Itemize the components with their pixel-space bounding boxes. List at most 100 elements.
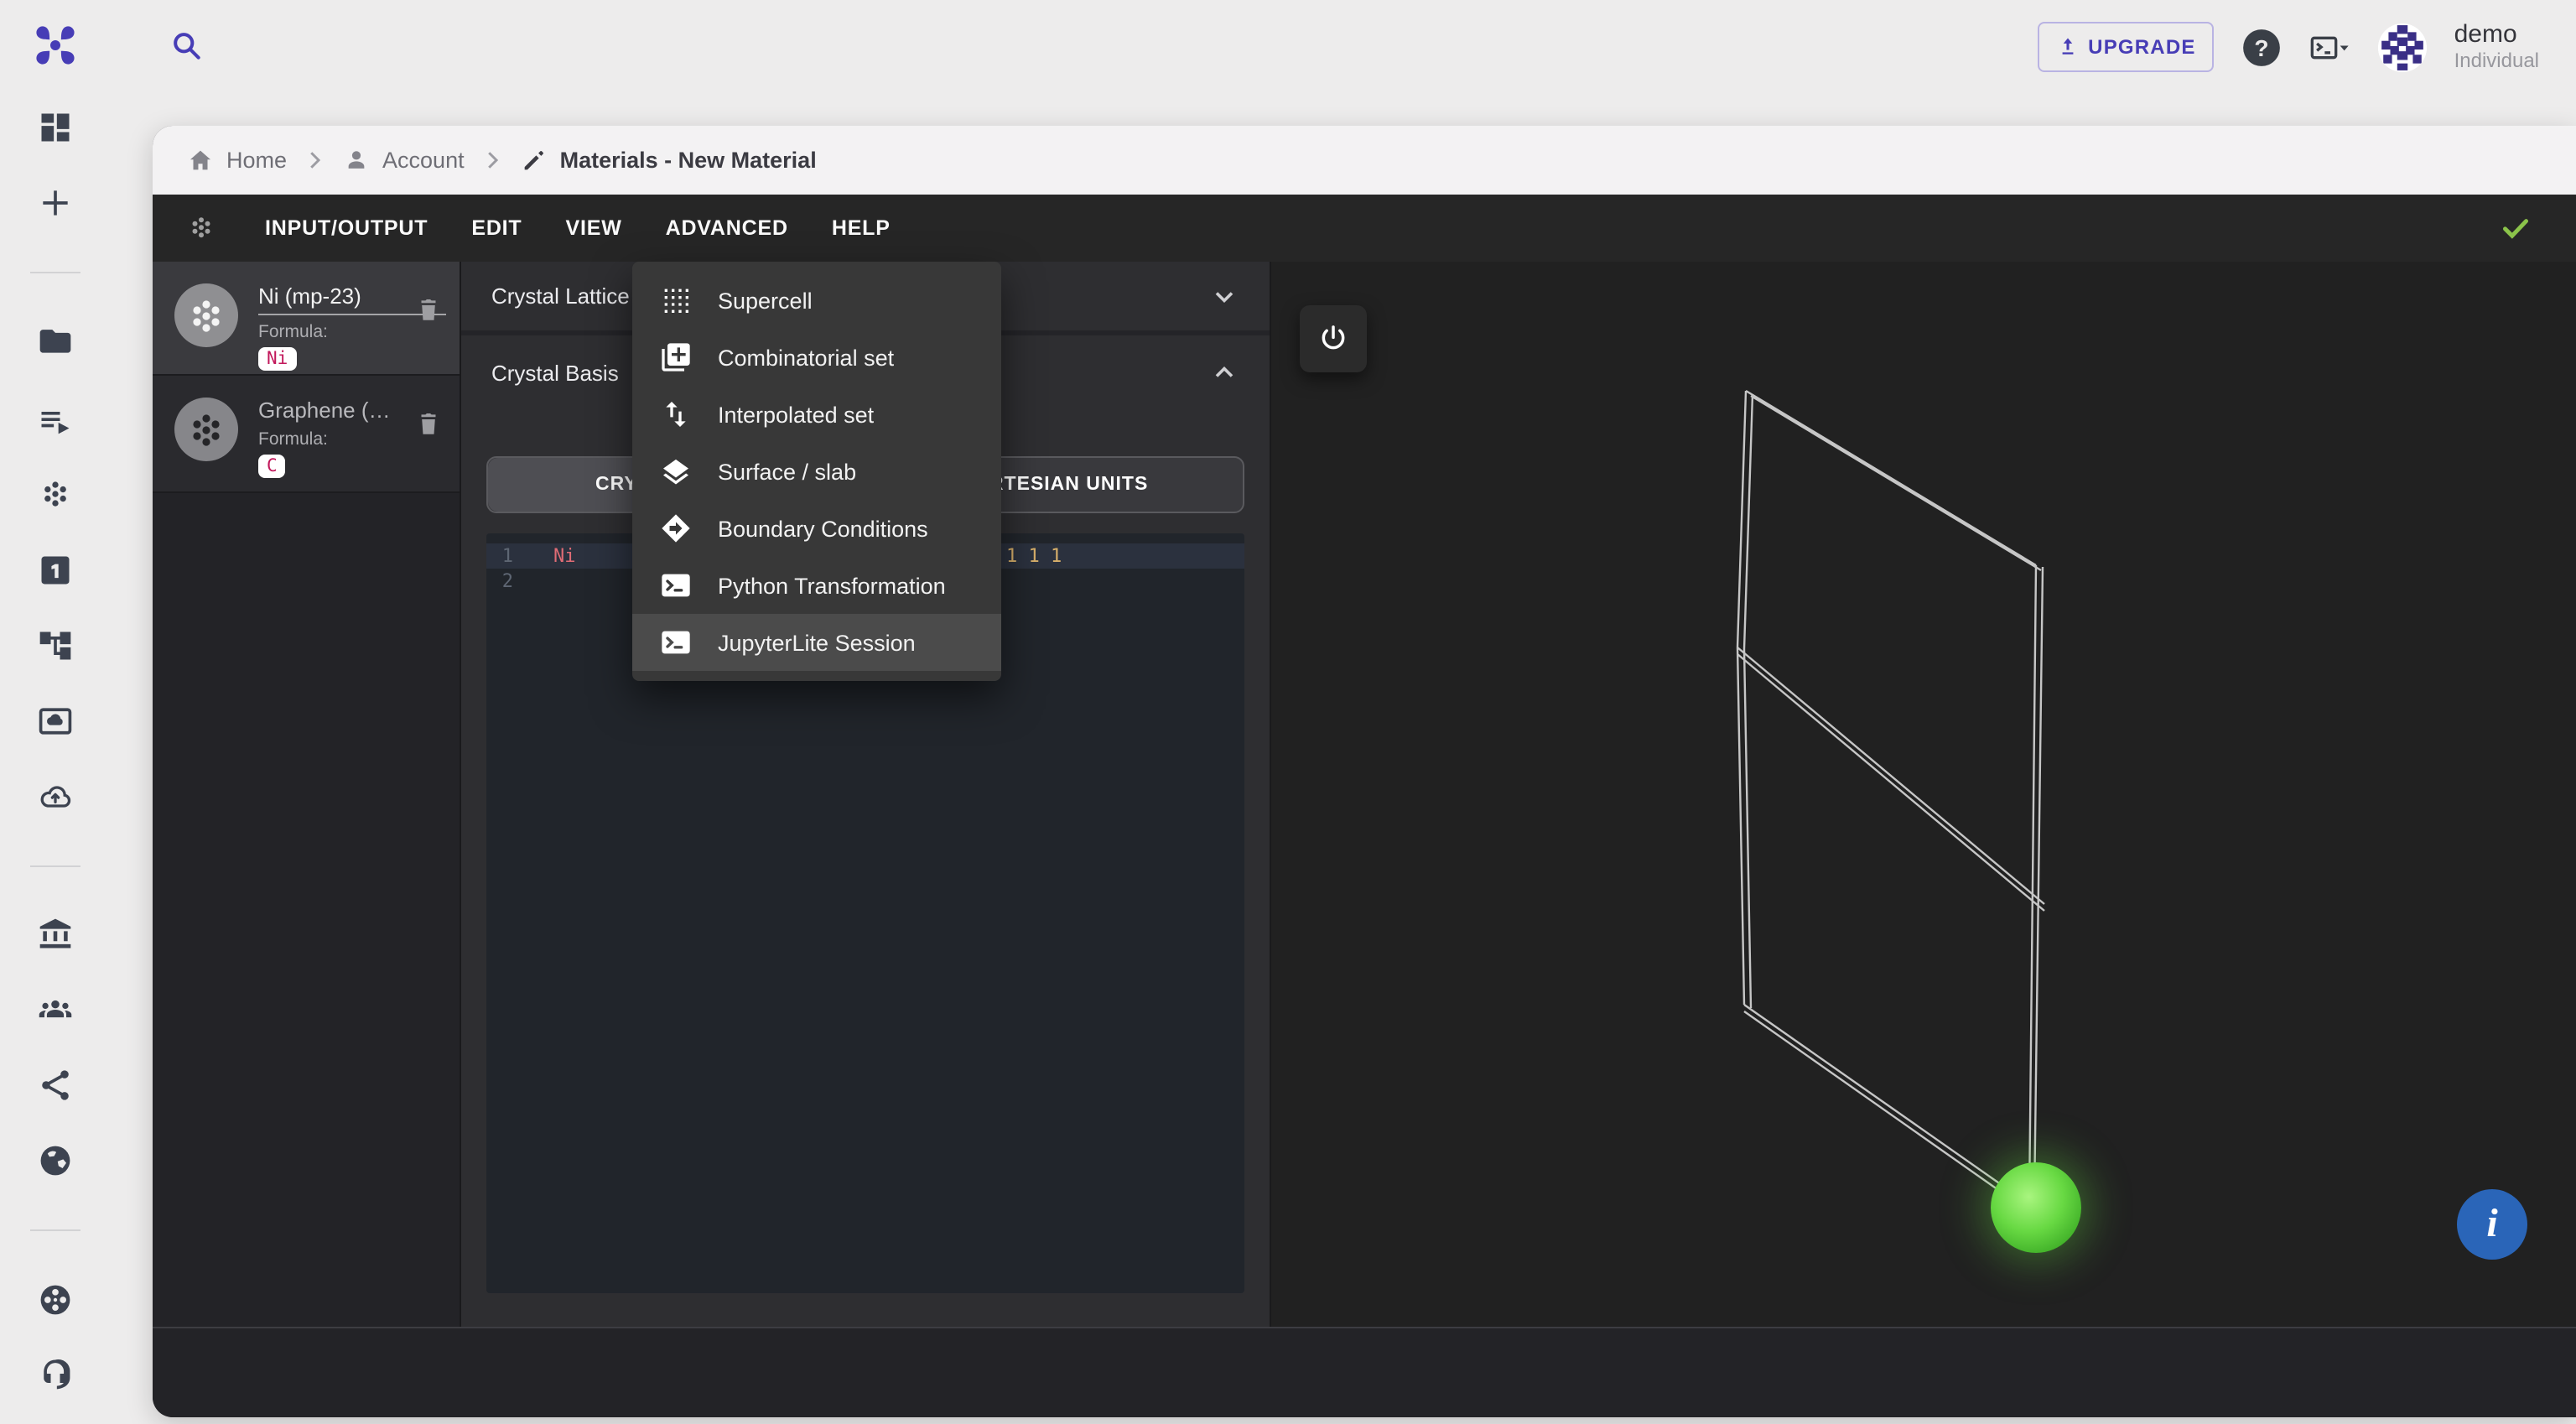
help-icon: ? <box>2243 29 2281 65</box>
sidebar-divider <box>30 272 80 273</box>
sidebar-divider <box>30 1229 80 1231</box>
power-icon <box>1322 325 1345 350</box>
material-avatar-icon <box>174 398 238 461</box>
upgrade-button[interactable]: UPGRADE <box>2038 22 2215 72</box>
library-add-icon <box>659 340 693 374</box>
supercell-grid-icon <box>659 283 693 317</box>
sidebar-item-create[interactable] <box>35 183 75 223</box>
menu-view[interactable]: VIEW <box>544 195 644 262</box>
bank-icon <box>39 918 71 948</box>
boundary-diamond-icon <box>659 512 693 545</box>
menu-help[interactable]: HELP <box>810 195 912 262</box>
terminal-icon <box>659 626 693 659</box>
screen-cloud-icon <box>39 708 72 735</box>
sidebar-item-jobs[interactable] <box>35 701 75 741</box>
sidebar-item-dashboard[interactable] <box>35 107 75 148</box>
unit-cell-wireframe <box>1736 389 2045 1203</box>
sidebar-item-support[interactable] <box>35 1354 75 1394</box>
sidebar-item-workflows[interactable] <box>35 401 75 441</box>
crystal-lattice-title: Crystal Lattice <box>491 283 630 309</box>
formula-label: Formula: <box>258 429 328 450</box>
materials-list: Ni (mp-23) Formula: Ni Graphene (… Formu… <box>153 262 461 1327</box>
help-button[interactable]: ? <box>2241 26 2283 68</box>
sidebar-item-whats-new[interactable] <box>35 1280 75 1320</box>
editor-menubar: INPUT/OUTPUT EDIT VIEW ADVANCED HELP <box>153 195 2576 262</box>
svg-text:?: ? <box>2255 34 2269 60</box>
menu-input-output[interactable]: INPUT/OUTPUT <box>243 195 449 262</box>
viewer-info-button[interactable]: i <box>2457 1189 2527 1260</box>
breadcrumb-home[interactable]: Home <box>186 146 287 174</box>
structure-3d-viewer[interactable]: i <box>1271 262 2576 1327</box>
sidebar-item-team[interactable] <box>35 990 75 1030</box>
looks-one-icon <box>41 556 70 585</box>
menu-item-boundary-conditions[interactable]: Boundary Conditions <box>632 500 1001 557</box>
delete-material-button[interactable] <box>414 295 443 329</box>
menu-item-supercell[interactable]: Supercell <box>632 272 1001 329</box>
breadcrumb: Home Account Materials - New Material <box>153 126 2576 195</box>
advanced-dropdown-menu: Supercell Combinatorial set Interpolated… <box>632 262 1001 681</box>
code-element-token: Ni <box>553 545 576 567</box>
person-icon <box>348 151 365 169</box>
sidebar-item-account-bank[interactable] <box>35 914 75 954</box>
menu-item-interpolated-set[interactable]: Interpolated set <box>632 386 1001 443</box>
line-number: 2 <box>501 570 513 592</box>
material-item-graphene[interactable]: Graphene (… Formula: C <box>153 376 460 493</box>
viewer-power-button[interactable] <box>1300 305 1367 372</box>
left-sidebar <box>0 0 111 1424</box>
search-button[interactable] <box>166 27 206 67</box>
formula-chip: C <box>258 455 286 478</box>
check-icon <box>2503 219 2528 239</box>
user-avatar[interactable] <box>2378 23 2428 71</box>
topbar-actions: UPGRADE ? demo Individual <box>2038 0 2539 94</box>
material-name[interactable]: Graphene (… <box>258 398 439 423</box>
upload-arrow-icon <box>2062 38 2074 55</box>
sidebar-item-cloud-upload[interactable] <box>35 777 75 817</box>
mat3ra-logo-icon[interactable] <box>32 22 79 69</box>
ni-atom-sphere[interactable] <box>1991 1162 2081 1253</box>
atom-dots-icon <box>44 481 66 507</box>
menu-item-python-transformation[interactable]: Python Transformation <box>632 557 1001 614</box>
sidebar-item-public[interactable] <box>35 1141 75 1181</box>
home-icon <box>190 150 211 170</box>
headset-icon <box>44 1359 70 1390</box>
share-icon <box>42 1070 69 1100</box>
material-designer-card: Home Account Materials - New Material IN… <box>153 126 2576 1417</box>
console-menu-button[interactable] <box>2310 26 2352 68</box>
menu-item-combinatorial-set[interactable]: Combinatorial set <box>632 329 1001 386</box>
trash-icon <box>421 299 436 320</box>
sidebar-item-materials[interactable] <box>35 475 75 515</box>
menu-item-surface-slab[interactable]: Surface / slab <box>632 443 1001 500</box>
material-item-ni[interactable]: Ni (mp-23) Formula: Ni <box>153 262 460 376</box>
formula-label: Formula: <box>258 322 328 342</box>
app: UPGRADE ? demo Individual Home Account M… <box>0 0 2576 1424</box>
formula-chip: Ni <box>258 347 297 371</box>
chevron-down-icon <box>1215 291 1233 303</box>
terminal-caret-icon <box>2311 35 2350 59</box>
breadcrumb-account[interactable]: Account <box>342 146 465 174</box>
user-name: demo <box>2454 20 2517 49</box>
save-check-button[interactable] <box>2499 211 2532 245</box>
sidebar-item-share[interactable] <box>35 1065 75 1105</box>
crystal-basis-title: Crystal Basis <box>491 360 619 385</box>
sidebar-item-entities[interactable] <box>35 550 75 590</box>
sidebar-item-workflow-designer[interactable] <box>35 626 75 666</box>
account-tree-icon <box>39 631 71 660</box>
card-footer <box>153 1327 2576 1417</box>
line-number: 1 <box>501 545 513 567</box>
sidebar-divider <box>30 865 80 867</box>
atom-dots-icon <box>192 217 210 238</box>
import-export-icon <box>659 398 693 431</box>
user-info[interactable]: demo Individual <box>2454 21 2539 73</box>
menu-item-jupyterlite-session[interactable]: JupyterLite Session <box>632 614 1001 671</box>
menu-edit[interactable]: EDIT <box>449 195 543 262</box>
sidebar-item-projects[interactable] <box>35 320 75 361</box>
delete-material-button[interactable] <box>414 409 443 443</box>
menu-advanced[interactable]: ADVANCED <box>644 195 810 262</box>
globe-icon <box>40 1146 70 1176</box>
reel-icon <box>40 1285 70 1315</box>
terminal-icon <box>659 569 693 602</box>
cloud-upload-icon <box>40 786 71 808</box>
material-avatar-icon <box>174 283 238 347</box>
user-plan: Individual <box>2454 48 2539 72</box>
content-row: Ni (mp-23) Formula: Ni Graphene (… Formu… <box>153 262 2576 1327</box>
